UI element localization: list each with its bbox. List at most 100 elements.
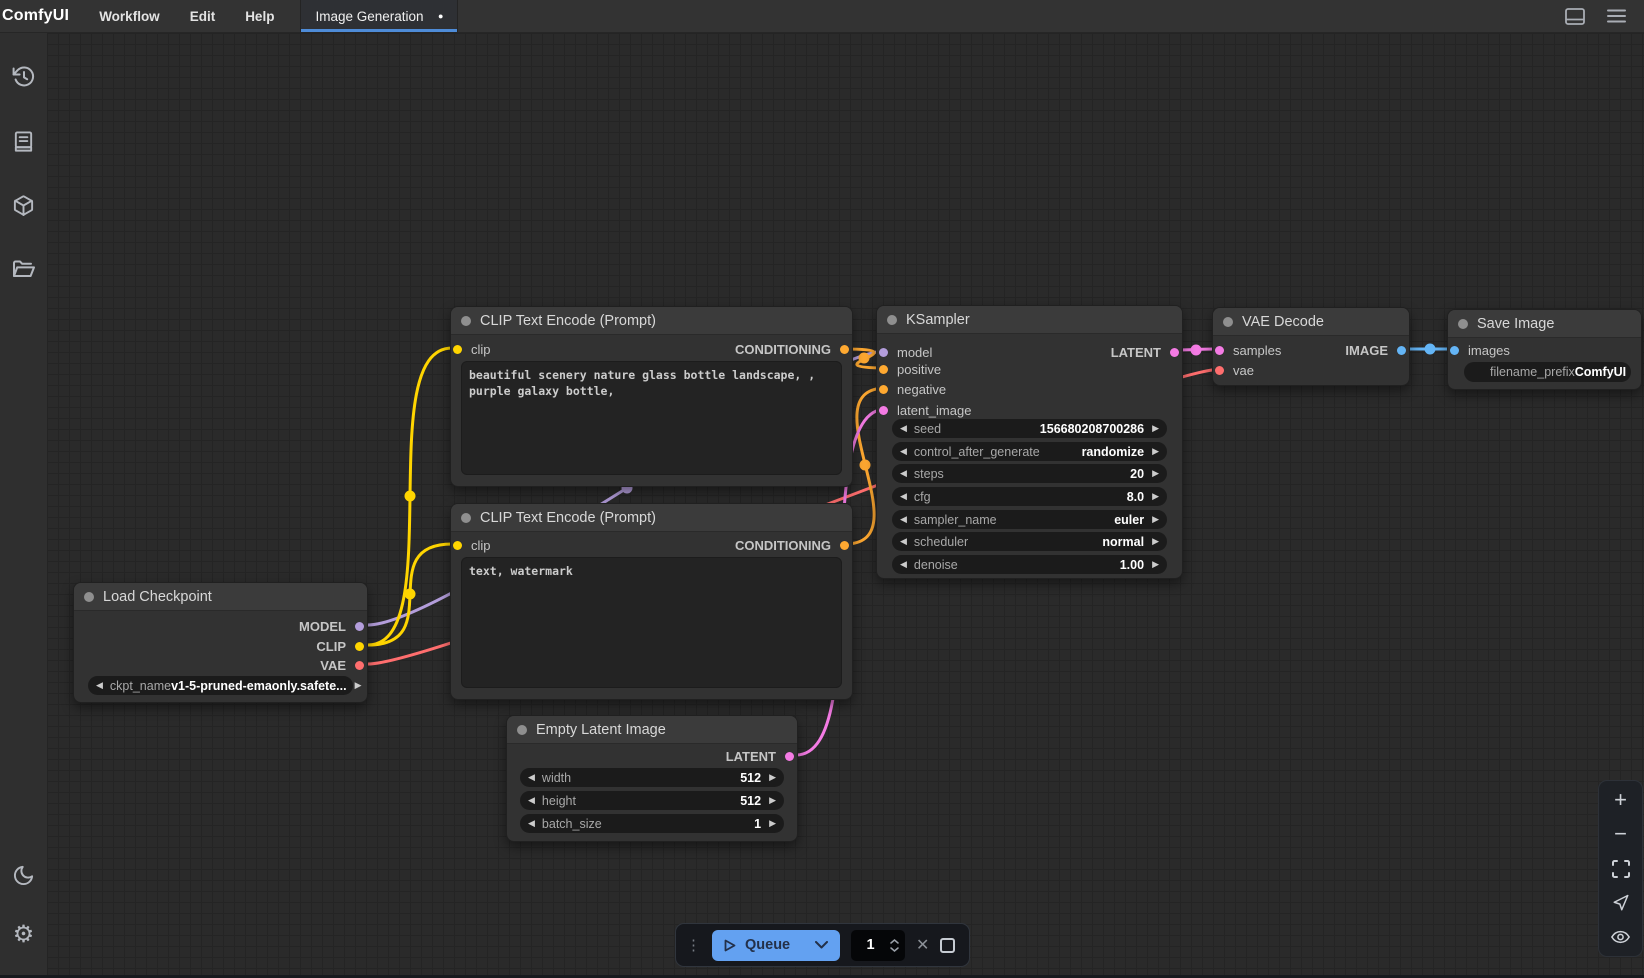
menu-icon[interactable] (1607, 9, 1626, 23)
port-dot[interactable] (840, 345, 849, 354)
workflows-icon[interactable] (4, 249, 44, 289)
widget-arrow-right-icon[interactable]: ▶ (1152, 515, 1159, 524)
output-port-latent[interactable]: LATENT (1111, 343, 1179, 361)
output-port-model[interactable]: MODEL (299, 617, 364, 635)
input-port-latent-image[interactable]: latent_image (879, 401, 971, 419)
theme-toggle-icon[interactable] (4, 855, 44, 895)
node-header[interactable]: Save Image (1448, 310, 1641, 338)
node-header[interactable]: CLIP Text Encode (Prompt) (451, 504, 852, 532)
node-clip-text-encode-positive[interactable]: CLIP Text Encode (Prompt) clip CONDITION… (450, 306, 853, 487)
widget-arrow-left-icon[interactable]: ◀ (900, 537, 907, 546)
model-library-icon[interactable] (4, 185, 44, 225)
widget-arrow-left-icon[interactable]: ◀ (900, 424, 907, 433)
menu-workflow[interactable]: Workflow (99, 9, 160, 24)
batch-count-value[interactable]: 1 (851, 937, 890, 953)
widget-batch-size[interactable]: ◀ batch_size 1 ▶ (520, 814, 784, 833)
widget-control-after-generate[interactable]: ◀ control_after_generate randomize ▶ (892, 442, 1167, 461)
input-port-negative[interactable]: negative (879, 380, 946, 398)
node-save-image[interactable]: Save Image images filename_prefix ComfyU… (1447, 309, 1642, 390)
widget-scheduler[interactable]: ◀ scheduler normal ▶ (892, 532, 1167, 551)
collapse-dot[interactable] (887, 315, 897, 325)
port-dot[interactable] (355, 661, 364, 670)
port-dot[interactable] (879, 406, 888, 415)
widget-height[interactable]: ◀ height 512 ▶ (520, 791, 784, 810)
output-port-image[interactable]: IMAGE (1345, 341, 1406, 359)
drag-handle-icon[interactable]: ⋮ (686, 936, 701, 954)
port-dot[interactable] (1215, 346, 1224, 355)
port-dot[interactable] (453, 345, 462, 354)
zoom-out-button[interactable]: − (1606, 822, 1636, 846)
settings-icon[interactable]: ⚙ (4, 915, 44, 955)
port-dot[interactable] (1215, 366, 1224, 375)
port-dot[interactable] (879, 348, 888, 357)
collapse-dot[interactable] (1458, 319, 1468, 329)
chevron-down-icon[interactable] (815, 941, 828, 949)
stepper-down-icon[interactable] (890, 947, 899, 952)
widget-arrow-right-icon[interactable]: ▶ (769, 773, 776, 782)
widget-arrow-left-icon[interactable]: ◀ (528, 796, 535, 805)
output-port-latent[interactable]: LATENT (726, 747, 794, 765)
widget-steps[interactable]: ◀ steps 20 ▶ (892, 464, 1167, 483)
widget-sampler-name[interactable]: ◀ sampler_name euler ▶ (892, 510, 1167, 529)
widget-arrow-left-icon[interactable]: ◀ (528, 819, 535, 828)
prompt-textarea[interactable]: text, watermark (461, 557, 842, 688)
widget-arrow-left-icon[interactable]: ◀ (900, 492, 907, 501)
widget-arrow-right-icon[interactable]: ▶ (769, 819, 776, 828)
input-port-clip[interactable]: clip (453, 340, 491, 358)
count-stepper[interactable] (890, 939, 899, 952)
output-port-conditioning[interactable]: CONDITIONING (735, 340, 849, 358)
collapse-dot[interactable] (84, 592, 94, 602)
port-dot[interactable] (355, 622, 364, 631)
menu-edit[interactable]: Edit (190, 9, 216, 24)
widget-denoise[interactable]: ◀ denoise 1.00 ▶ (892, 555, 1167, 574)
port-dot[interactable] (1397, 346, 1406, 355)
prompt-textarea[interactable]: beautiful scenery nature glass bottle la… (461, 361, 842, 475)
port-dot[interactable] (840, 541, 849, 550)
widget-arrow-right-icon[interactable]: ▶ (1152, 537, 1159, 546)
toggle-bottom-panel-icon[interactable] (1565, 8, 1585, 25)
app-logo[interactable]: ComfyUI (2, 7, 69, 25)
queue-button[interactable]: Queue (712, 930, 840, 961)
widget-arrow-left-icon[interactable]: ◀ (900, 447, 907, 456)
port-dot[interactable] (1450, 346, 1459, 355)
queue-history-icon[interactable] (4, 57, 44, 97)
widget-arrow-left-icon[interactable]: ◀ (900, 515, 907, 524)
widget-seed[interactable]: ◀ seed 156680208700286 ▶ (892, 419, 1167, 438)
node-vae-decode[interactable]: VAE Decode samples vae IMAGE (1212, 307, 1410, 386)
widget-arrow-right-icon[interactable]: ▶ (1152, 447, 1159, 456)
tab-image-generation[interactable]: Image Generation ● (300, 0, 458, 32)
widget-arrow-left-icon[interactable]: ◀ (900, 469, 907, 478)
port-dot[interactable] (355, 642, 364, 651)
widget-cfg[interactable]: ◀ cfg 8.0 ▶ (892, 487, 1167, 506)
cancel-run-icon[interactable]: ✕ (916, 935, 929, 955)
widget-arrow-left-icon[interactable]: ◀ (528, 773, 535, 782)
input-port-images[interactable]: images (1450, 341, 1510, 359)
widget-arrow-right-icon[interactable]: ▶ (1152, 560, 1159, 569)
stepper-up-icon[interactable] (890, 939, 899, 944)
node-header[interactable]: VAE Decode (1213, 308, 1409, 336)
node-load-checkpoint[interactable]: Load Checkpoint MODEL CLIP VAE ◀ ckpt_na… (73, 582, 368, 703)
input-port-vae[interactable]: vae (1215, 361, 1254, 379)
input-port-positive[interactable]: positive (879, 360, 941, 378)
widget-width[interactable]: ◀ width 512 ▶ (520, 768, 784, 787)
widget-filename-prefix[interactable]: filename_prefix ComfyUI (1464, 362, 1631, 382)
batch-count-input[interactable]: 1 (851, 930, 905, 961)
port-dot[interactable] (453, 541, 462, 550)
widget-arrow-right-icon[interactable]: ▶ (1152, 424, 1159, 433)
input-port-clip[interactable]: clip (453, 536, 491, 554)
collapse-dot[interactable] (461, 316, 471, 326)
collapse-dot[interactable] (1223, 317, 1233, 327)
input-port-model[interactable]: model (879, 343, 932, 361)
input-port-samples[interactable]: samples (1215, 341, 1281, 359)
output-port-vae[interactable]: VAE (320, 656, 364, 674)
select-mode-button[interactable] (1606, 891, 1636, 915)
fit-view-button[interactable] (1606, 857, 1636, 881)
node-empty-latent-image[interactable]: Empty Latent Image LATENT ◀ width 512 ▶ … (506, 715, 798, 842)
widget-arrow-right-icon[interactable]: ▶ (769, 796, 776, 805)
output-port-conditioning[interactable]: CONDITIONING (735, 536, 849, 554)
node-header[interactable]: KSampler (877, 306, 1182, 334)
widget-arrow-left-icon[interactable]: ◀ (900, 560, 907, 569)
widget-arrow-right-icon[interactable]: ▶ (1152, 492, 1159, 501)
node-header[interactable]: Empty Latent Image (507, 716, 797, 744)
widget-arrow-right-icon[interactable]: ▶ (1152, 469, 1159, 478)
